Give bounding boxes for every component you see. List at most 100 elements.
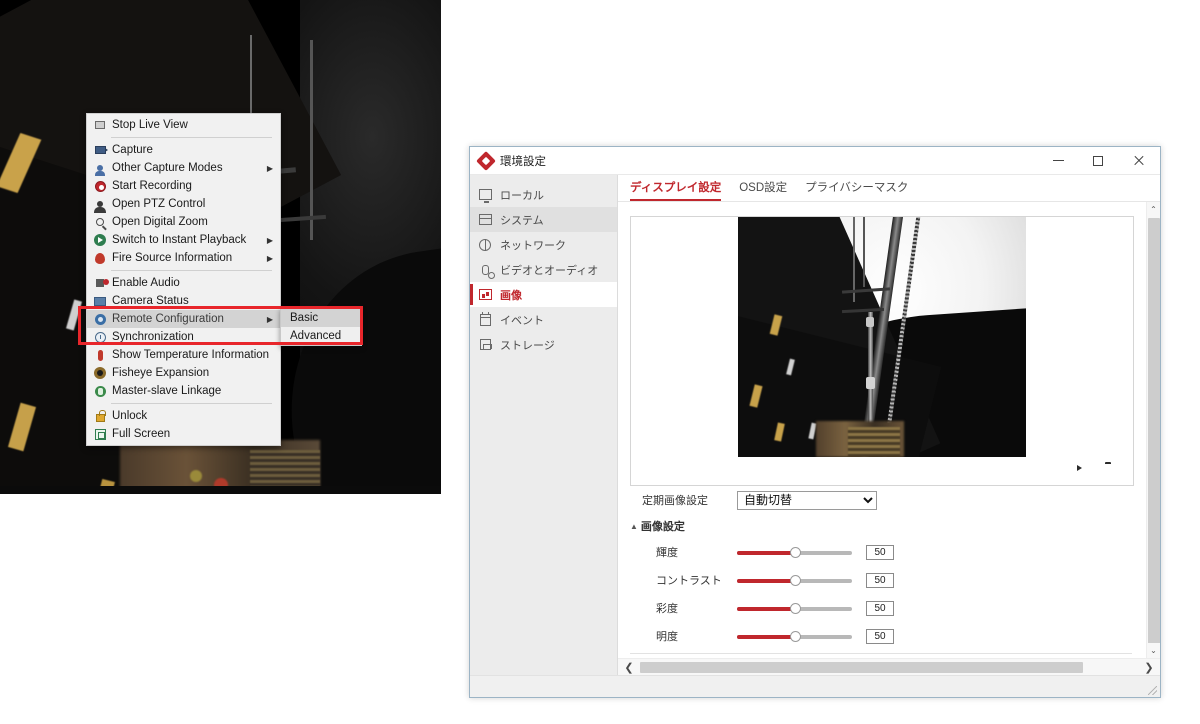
resize-grip[interactable] (1148, 686, 1157, 695)
brightness-value[interactable]: 50 (866, 544, 894, 560)
menu-item-fisheye-expansion[interactable]: Fisheye Expansion (87, 364, 280, 382)
submenu-item-basic[interactable]: Basic (281, 309, 361, 327)
stop-icon (91, 118, 109, 132)
settings-scroll-area: Camera 01 定期画像設定 自動切替 (618, 202, 1160, 658)
contrast-slider[interactable] (737, 573, 852, 587)
sharpness-value[interactable]: 50 (866, 628, 894, 644)
sidebar-item-image[interactable]: 画像 (470, 282, 617, 307)
chevron-right-icon: ▶ (266, 163, 273, 173)
remote-configuration-submenu[interactable]: Basic Advanced (280, 308, 362, 346)
menu-item-label: Open PTZ Control (112, 198, 206, 210)
scene-mode-label: 定期画像設定 (642, 495, 708, 507)
dialog-body: ローカル システム ネットワーク ビデオとオーディオ 画像 イベント ストレージ… (470, 175, 1160, 675)
brightness-label: 輝度 (656, 547, 678, 559)
scroll-up-button[interactable]: ⌃ (1147, 202, 1160, 217)
fisheye-icon (91, 366, 109, 380)
scroll-down-button[interactable]: ⌄ (1147, 643, 1160, 658)
playback-icon (91, 233, 109, 247)
camera-preview-container: Camera 01 (630, 216, 1134, 486)
menu-item-camera-status[interactable]: Camera Status (87, 292, 280, 310)
saturation-value[interactable]: 50 (866, 600, 894, 616)
menu-item-label: Switch to Instant Playback (112, 234, 247, 246)
capture-icon (91, 143, 109, 157)
photo-camera-icon[interactable] (1101, 464, 1117, 478)
video-camera-icon[interactable] (1065, 464, 1081, 478)
horizontal-scrollbar-thumb[interactable] (640, 661, 1084, 673)
menu-item-capture[interactable]: Capture (87, 141, 280, 159)
sidebar-item-label: システム (500, 214, 544, 227)
saturation-label: 彩度 (656, 603, 678, 615)
sidebar-item-storage[interactable]: ストレージ (470, 332, 617, 357)
brightness-slider[interactable] (737, 545, 852, 559)
menu-item-open-digital-zoom[interactable]: Open Digital Zoom (87, 213, 280, 231)
sidebar-item-label: イベント (500, 314, 544, 327)
linkage-icon (91, 384, 109, 398)
sidebar-item-network[interactable]: ネットワーク (470, 232, 617, 257)
horizontal-scrollbar-track[interactable] (640, 661, 1138, 673)
dialog-sidebar[interactable]: ローカル システム ネットワーク ビデオとオーディオ 画像 イベント ストレージ (470, 175, 618, 675)
menu-item-label: Show Temperature Information (112, 349, 270, 361)
menu-separator (111, 137, 272, 138)
menu-item-label: Open Digital Zoom (112, 216, 208, 228)
menu-item-label: Fire Source Information (112, 252, 233, 264)
menu-item-label: Other Capture Modes (112, 162, 223, 174)
video-pole-secondary (310, 40, 313, 240)
menu-item-full-screen[interactable]: Full Screen (87, 425, 280, 443)
fullscreen-icon (91, 427, 109, 441)
remote-configuration-dialog[interactable]: 環境設定 ローカル システム ネットワーク ビデオとオーディオ 画像 イベント … (469, 146, 1161, 698)
scroll-right-button[interactable]: ❯ (1138, 661, 1160, 674)
maximize-button[interactable] (1078, 147, 1118, 174)
contrast-value[interactable]: 50 (866, 572, 894, 588)
menu-item-show-temperature-information[interactable]: Show Temperature Information (87, 346, 280, 364)
dialog-titlebar[interactable]: 環境設定 (470, 147, 1160, 175)
network-icon (474, 238, 496, 251)
minimize-button[interactable] (1038, 147, 1078, 174)
preview-toolbar[interactable] (631, 457, 1133, 485)
sharpness-label: 明度 (656, 631, 678, 643)
menu-item-switch-to-instant-playback[interactable]: Switch to Instant Playback ▶ (87, 231, 280, 249)
sidebar-item-video-audio[interactable]: ビデオとオーディオ (470, 257, 617, 282)
horizontal-scrollbar[interactable]: ❮ ❯ (618, 658, 1160, 675)
menu-item-label: Fisheye Expansion (112, 367, 210, 379)
chevron-right-icon: ▶ (266, 253, 273, 263)
menu-item-other-capture-modes[interactable]: Other Capture Modes ▶ (87, 159, 280, 177)
tab-osd-settings[interactable]: OSD設定 (739, 179, 787, 201)
vertical-scrollbar-thumb[interactable] (1148, 218, 1160, 658)
dialog-title: 環境設定 (500, 155, 546, 168)
app-logo-icon (476, 150, 496, 171)
chevron-up-icon: ▲ (630, 521, 638, 531)
menu-item-fire-source-information[interactable]: Fire Source Information ▶ (87, 249, 280, 267)
preview-thin-pole-2 (863, 217, 865, 287)
tab-privacy-mask[interactable]: プライバシーマスク (805, 179, 908, 201)
menu-item-stop-live-view[interactable]: Stop Live View (87, 116, 280, 134)
menu-item-open-ptz-control[interactable]: Open PTZ Control (87, 195, 280, 213)
camera-preview[interactable]: Camera 01 (738, 217, 1026, 457)
menu-item-label: Start Recording (112, 180, 192, 192)
scroll-left-button[interactable]: ❮ (618, 661, 640, 674)
menu-item-enable-audio[interactable]: Enable Audio (87, 274, 280, 292)
sharpness-slider[interactable] (737, 629, 852, 643)
menu-item-synchronization[interactable]: Synchronization (87, 328, 280, 346)
submenu-item-advanced[interactable]: Advanced (281, 327, 361, 345)
menu-item-label: Unlock (112, 410, 148, 422)
menu-item-remote-configuration[interactable]: Remote Configuration ▶ (87, 310, 280, 328)
live-view-context-menu[interactable]: Stop Live View Capture Other Capture Mod… (86, 113, 281, 446)
sidebar-item-label: 画像 (500, 289, 522, 302)
close-button[interactable] (1118, 147, 1160, 174)
tab-display-settings[interactable]: ディスプレイ設定 (630, 179, 722, 201)
av-icon (474, 264, 496, 279)
vertical-scrollbar[interactable]: ⌃ ⌄ (1146, 202, 1160, 658)
scene-mode-select[interactable]: 自動切替 (737, 490, 877, 510)
menu-item-master-slave-linkage[interactable]: Master-slave Linkage (87, 382, 280, 400)
menu-item-label: Capture (112, 144, 153, 156)
sidebar-item-system[interactable]: システム (470, 207, 617, 232)
sidebar-item-local[interactable]: ローカル (470, 182, 617, 207)
image-settings-section-header[interactable]: ▲ 画像設定 (618, 514, 1146, 538)
exposure-section-header[interactable]: ▼ 露光設定 (618, 657, 1146, 658)
menu-item-start-recording[interactable]: Start Recording (87, 177, 280, 195)
sidebar-item-event[interactable]: イベント (470, 307, 617, 332)
menu-item-unlock[interactable]: Unlock (87, 407, 280, 425)
scene-mode-row: 定期画像設定 自動切替 (618, 486, 1146, 514)
tab-bar[interactable]: ディスプレイ設定 OSD設定 プライバシーマスク (618, 175, 1160, 202)
saturation-slider[interactable] (737, 601, 852, 615)
